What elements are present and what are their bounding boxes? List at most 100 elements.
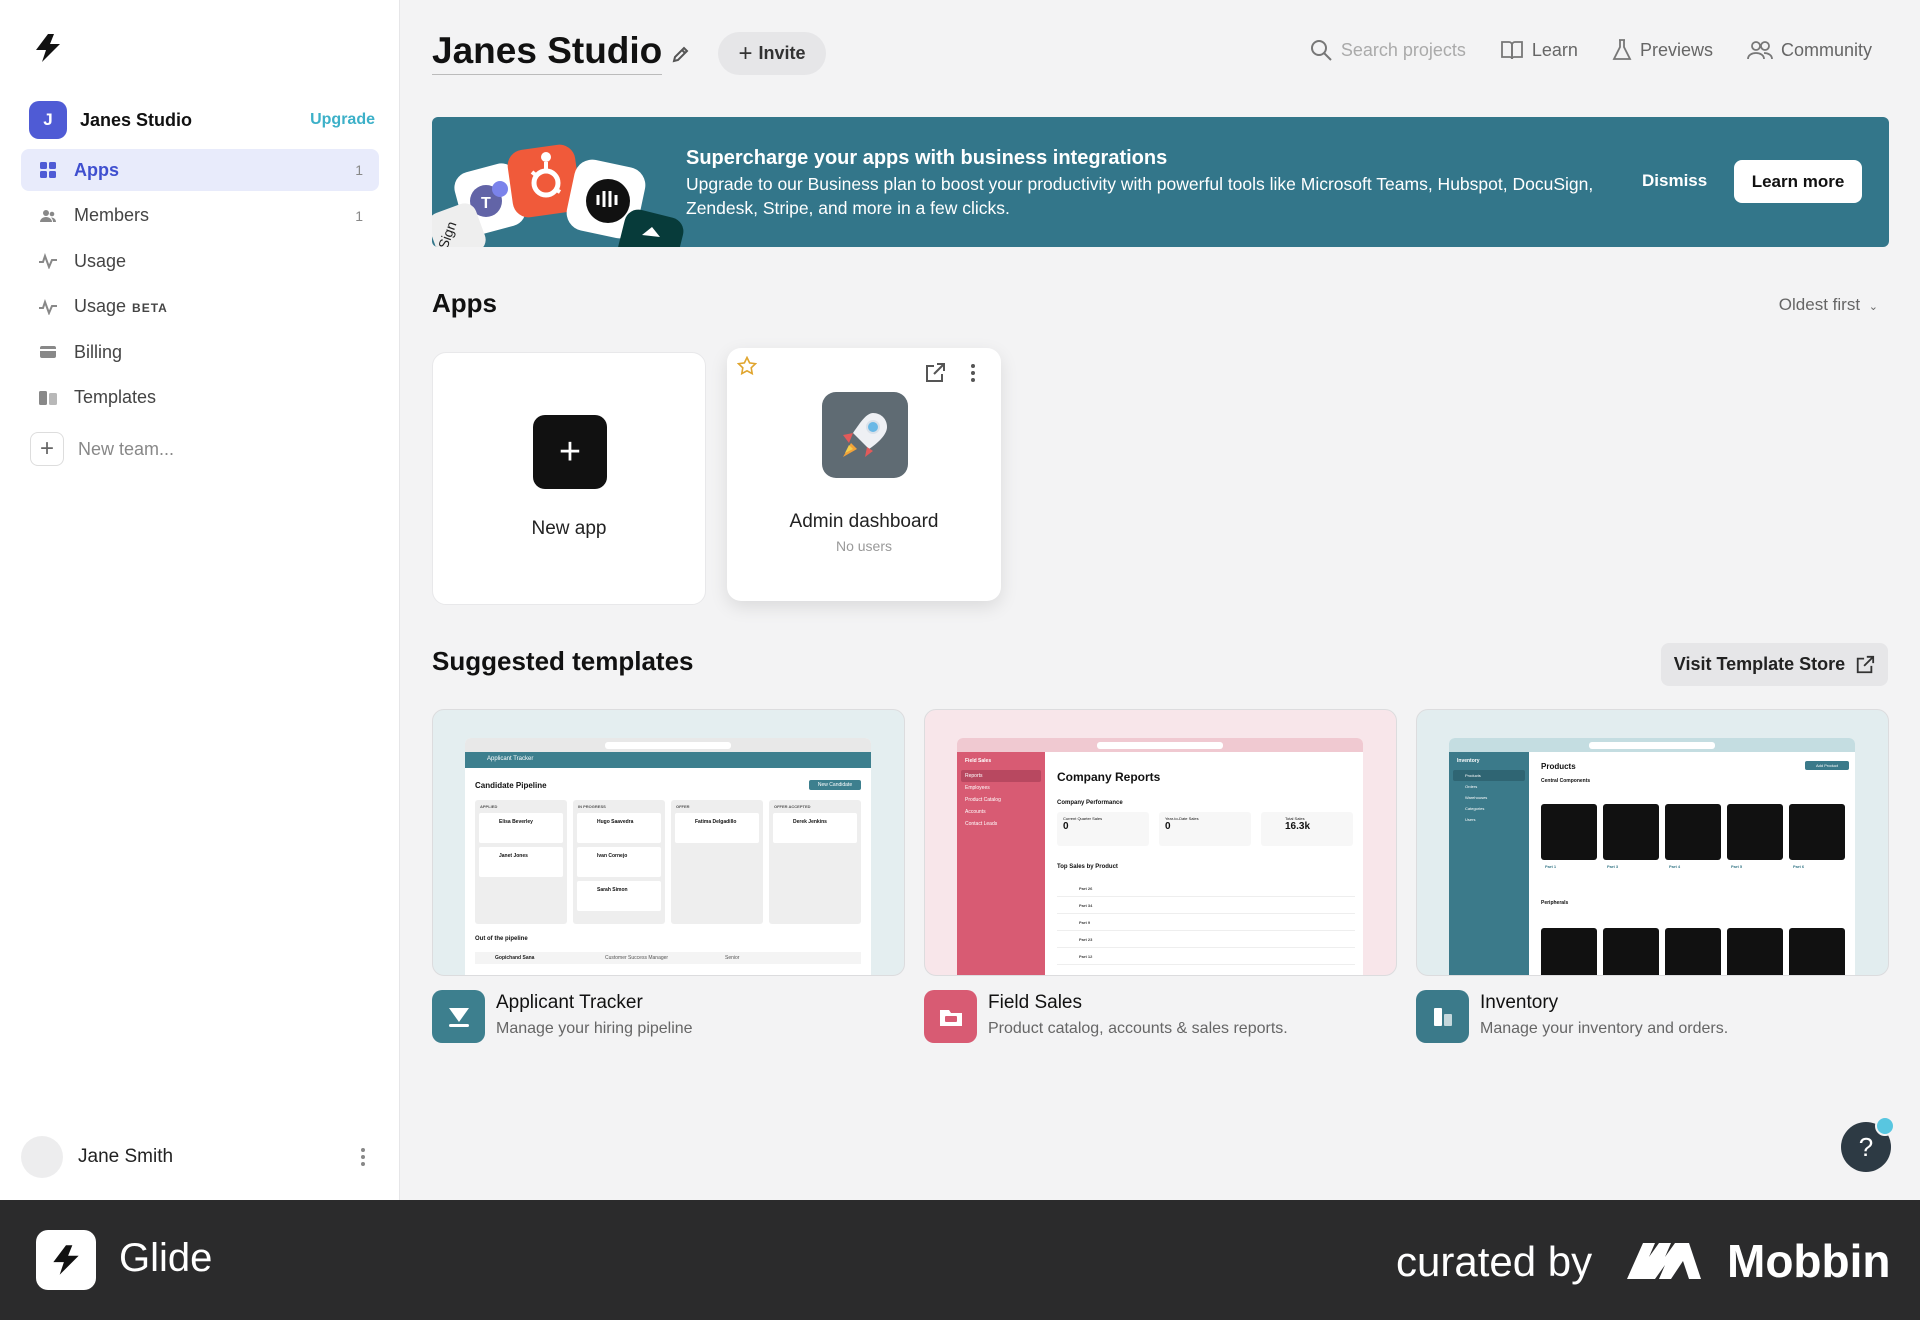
template-name: Inventory [1480,992,1559,1013]
pencil-icon[interactable] [670,43,692,65]
folder-icon [924,990,977,1043]
template-description: Manage your inventory and orders. [1480,1020,1729,1037]
team-avatar: J [29,101,67,139]
team-name: Janes Studio [80,109,193,130]
invite-button[interactable]: + Invite [718,32,826,75]
template-description: Manage your hiring pipeline [496,1020,693,1037]
sidebar-item-label: Billing [74,341,123,362]
learn-link[interactable]: Learn [1500,39,1578,61]
dismiss-button[interactable]: Dismiss [1642,171,1707,191]
field-sales-screenshot: Field Sales Reports Employees Product Ca… [957,738,1363,975]
sidebar-item-billing[interactable]: Billing [21,331,379,373]
template-name: Field Sales [988,992,1082,1013]
template-inventory[interactable]: Inventory Manage your inventory and orde… [1416,990,1728,1043]
notification-badge [1875,1116,1895,1136]
banner-title: Supercharge your apps with business inte… [686,147,1168,169]
pulse-icon [38,251,58,271]
funnel-icon [432,990,485,1043]
learn-label: Learn [1531,39,1578,60]
members-icon [38,206,58,226]
search-icon [1310,40,1332,61]
team-switcher[interactable]: J Janes Studio Upgrade [29,101,375,139]
sort-dropdown[interactable]: Oldest first ⌄ [1779,295,1878,315]
sidebar-item-label: Members [74,205,150,225]
beta-badge: BETA [132,301,168,315]
sidebar-item-templates[interactable]: Templates [21,377,379,419]
app-card-admin-dashboard[interactable]: Admin dashboard No users [727,348,1001,601]
sidebar-item-label: Templates [74,387,157,407]
visit-template-store-button[interactable]: Visit Template Store [1661,643,1888,686]
apps-count: 1 [355,162,363,178]
star-icon[interactable] [737,356,757,376]
chevron-down-icon: ⌄ [1868,301,1878,313]
new-app-label: New app [531,518,607,539]
sort-label: Oldest first [1778,295,1861,314]
community-label: Community [1780,39,1872,60]
book-icon [1500,41,1523,60]
sidebar-item-label: Usage [74,250,127,271]
banner-text: Upgrade to our Business plan to boost yo… [686,174,1594,218]
sidebar-item-usage[interactable]: Usage [21,240,379,282]
members-count: 1 [355,207,363,224]
template-name: Applicant Tracker [496,992,643,1013]
template-preview-field-sales[interactable]: Field Sales Reports Employees Product Ca… [924,709,1397,976]
user-name: Jane Smith [78,1146,174,1167]
external-link-icon[interactable] [924,362,946,384]
glide-logo[interactable] [30,30,66,66]
template-description: Product catalog, accounts & sales report… [988,1020,1288,1037]
upgrade-link[interactable]: Upgrade [310,111,375,129]
template-preview-applicant-tracker[interactable]: Applicant Tracker Candidate Pipeline New… [432,709,905,976]
templates-icon [38,388,58,408]
plus-icon: + [533,415,607,489]
svg-text:T: T [481,195,491,212]
app-users: No users [835,538,893,554]
learn-more-button[interactable]: Learn more [1734,160,1862,203]
sidebar-item-label: Usage BETA [74,296,168,316]
new-app-card[interactable]: + New app [432,352,706,605]
footer-curated: curated by [1396,1238,1593,1285]
more-vertical-icon[interactable] [353,1147,373,1167]
templates-heading: Suggested templates [432,646,694,676]
sidebar-item-members[interactable]: Members 1 [21,195,379,237]
new-team-label: New team... [78,438,175,459]
footer-brand: Glide [119,1236,213,1280]
community-link[interactable]: Community [1747,39,1872,61]
mobbin-mark-icon [1627,1243,1701,1279]
flask-icon [1612,39,1632,60]
previews-link[interactable]: Previews [1612,38,1713,62]
integrations-banner: T Sign Supercharge your apps with busine… [432,117,1889,247]
grid-icon [38,160,58,180]
template-preview-inventory[interactable]: Inventory Products Orders Warehouses Cat… [1416,709,1889,976]
sidebar-item-label: Apps [74,159,119,180]
visit-store-label: Visit Template Store [1673,654,1846,674]
plus-icon: + [30,432,64,466]
previews-label: Previews [1639,39,1713,60]
app-name: Admin dashboard [789,511,939,532]
integrations-illustration: T Sign [432,144,684,247]
card-icon [38,342,58,362]
mobbin-text: Mobbin [1727,1235,1891,1287]
avatar [21,1136,63,1178]
template-applicant-tracker[interactable]: Applicant Tracker Manage your hiring pip… [432,990,693,1043]
template-field-sales[interactable]: Field Sales Product catalog, accounts & … [924,990,1288,1043]
new-team-button[interactable]: + New team... [30,432,174,466]
sidebar-item-usage-beta[interactable]: Usage BETA [21,286,379,328]
more-vertical-icon[interactable] [970,362,976,384]
page-title[interactable]: Janes Studio [432,30,663,75]
search-projects[interactable]: Search projects [1309,38,1466,62]
apps-heading: Apps [432,288,497,318]
external-link-icon [1857,655,1875,673]
rocket-icon [822,392,908,478]
sidebar-nav: Apps 1 Members 1 Usage Usage BETA Billin… [21,149,379,422]
inventory-icon [1416,990,1469,1043]
plus-icon: + [738,39,753,67]
sidebar-item-apps[interactable]: Apps 1 [21,149,379,191]
glide-logo [36,1230,96,1290]
invite-label: Invite [758,43,806,63]
mobbin-logo: Mobbin [1625,1234,1891,1288]
applicant-tracker-screenshot: Applicant Tracker Candidate Pipeline New… [465,738,871,975]
pulse-icon [38,297,58,317]
search-placeholder: Search projects [1340,39,1466,60]
user-menu[interactable]: Jane Smith [21,1136,373,1178]
community-icon [1747,41,1773,60]
